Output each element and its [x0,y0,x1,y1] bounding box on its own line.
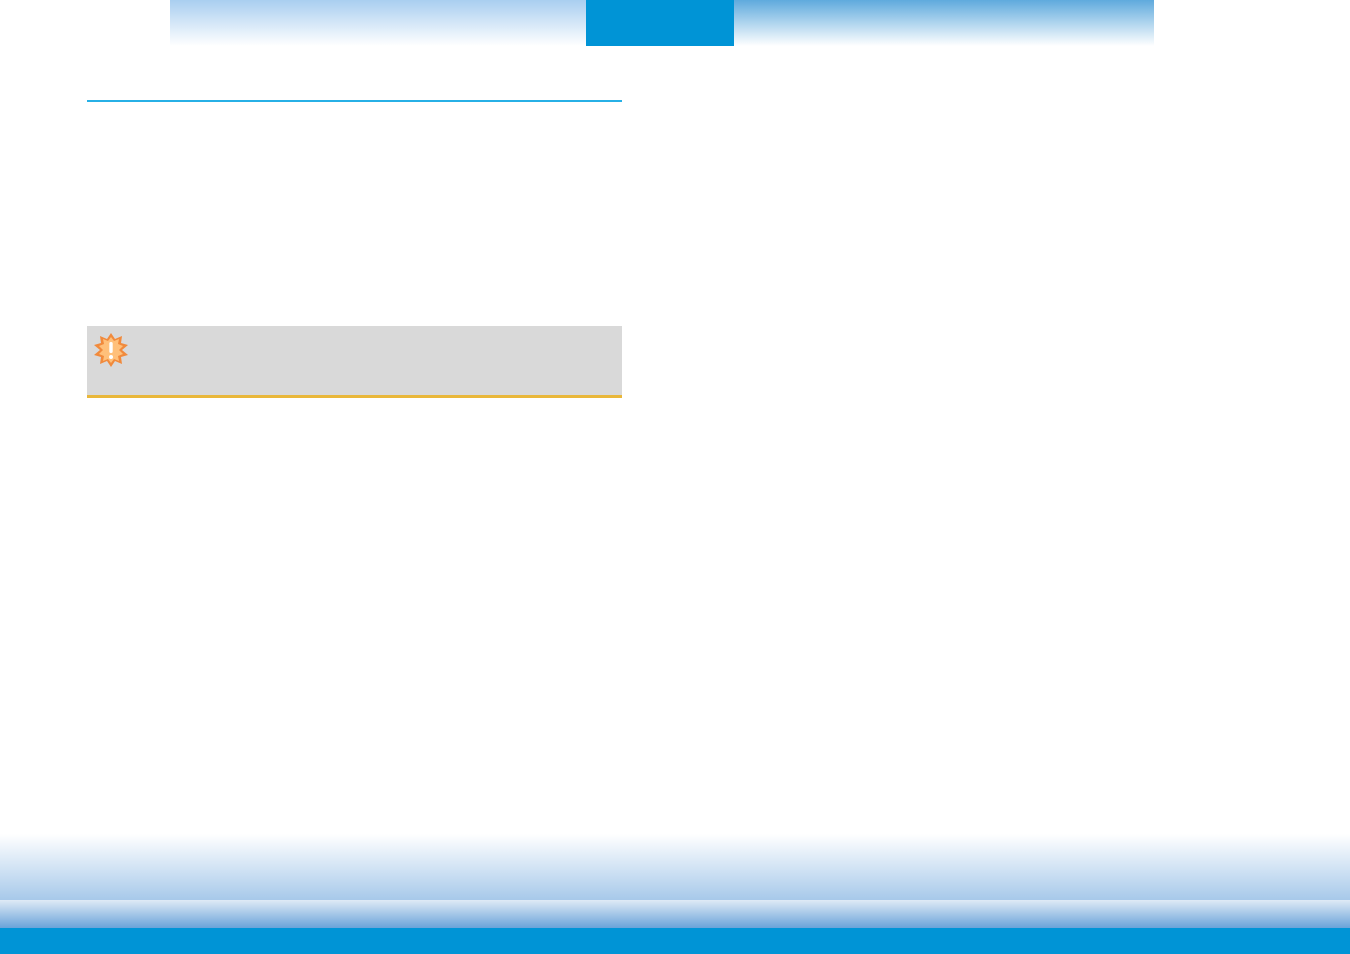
header-tab-active [586,0,734,46]
footer-gradient-lower [0,900,1350,928]
caution-callout [87,326,622,398]
header-gradient-left [170,0,586,46]
caution-burst-icon [93,332,129,368]
page-header [0,0,1350,46]
page-footer [0,834,1350,954]
footer-bar [0,928,1350,954]
footer-gradient-upper [0,834,1350,900]
section-divider [87,100,622,102]
header-gradient-right [734,0,1154,46]
